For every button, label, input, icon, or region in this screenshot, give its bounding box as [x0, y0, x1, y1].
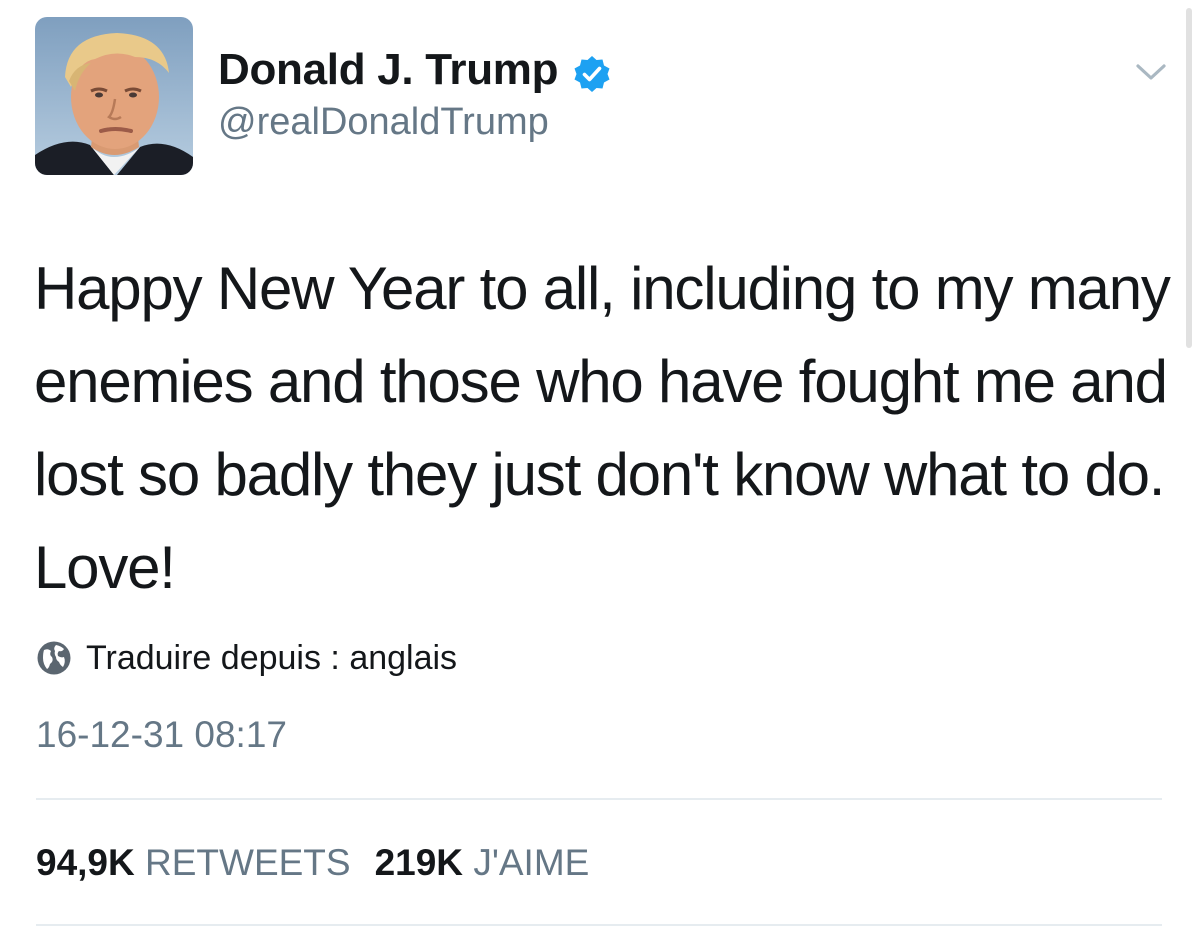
- author-name-row[interactable]: Donald J. Trump: [218, 40, 612, 100]
- chevron-down-icon[interactable]: [1133, 58, 1169, 86]
- likes-stat[interactable]: 219K J'AIME: [375, 842, 590, 883]
- verified-badge-icon: [572, 50, 612, 92]
- scrollbar[interactable]: [1186, 8, 1192, 348]
- divider: [36, 924, 1162, 926]
- tweet-timestamp[interactable]: 16-12-31 08:17: [36, 710, 287, 760]
- tweet-text: Happy New Year to all, including to my m…: [34, 255, 1171, 601]
- translate-link[interactable]: Traduire depuis : anglais: [36, 636, 457, 680]
- retweets-label: RETWEETS: [145, 842, 351, 883]
- retweets-stat[interactable]: 94,9K RETWEETS: [36, 842, 351, 883]
- tweet-stats: 94,9K RETWEETS 219K J'AIME: [36, 836, 589, 890]
- avatar[interactable]: [35, 17, 193, 175]
- retweets-count: 94,9K: [36, 842, 135, 883]
- display-name[interactable]: Donald J. Trump: [218, 40, 559, 100]
- translate-label[interactable]: Traduire depuis : anglais: [86, 639, 457, 678]
- globe-icon: [36, 640, 72, 676]
- divider: [36, 798, 1162, 800]
- likes-label: J'AIME: [473, 842, 590, 883]
- username-handle[interactable]: @realDonaldTrump: [218, 96, 549, 148]
- likes-count: 219K: [374, 842, 464, 883]
